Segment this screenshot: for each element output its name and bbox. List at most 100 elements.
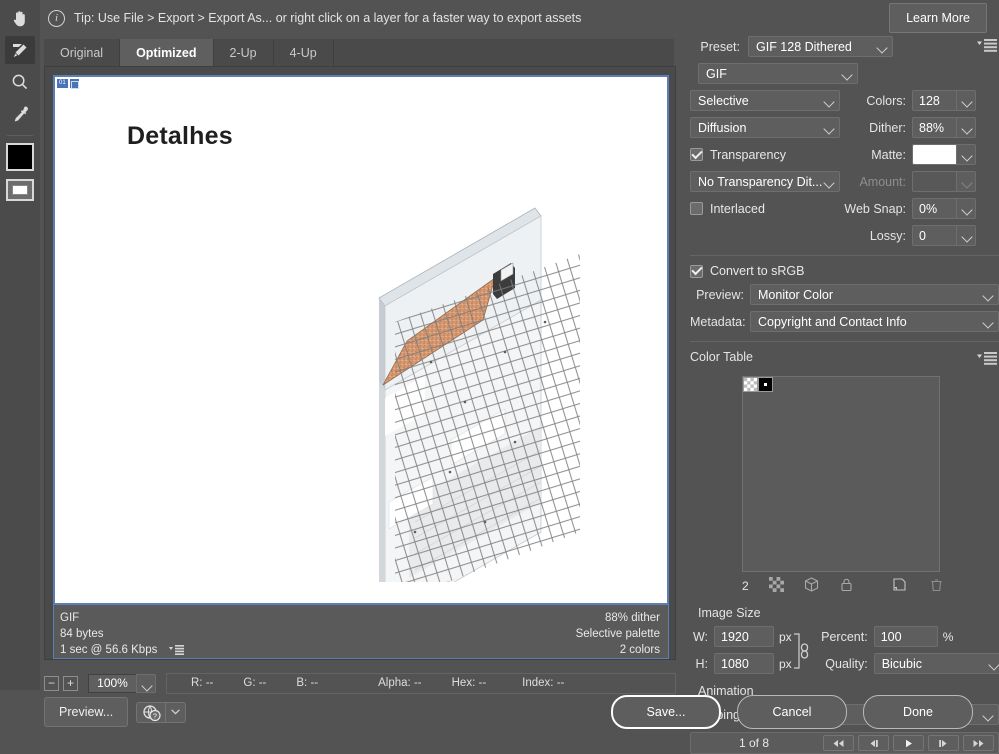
browser-chevron-icon[interactable]	[165, 703, 185, 722]
height-input[interactable]: 1080	[714, 653, 774, 674]
preview-area: 01 Detalhes	[44, 66, 676, 660]
zoom-out-button[interactable]: −	[44, 676, 59, 691]
convert-srgb-checkbox-row[interactable]: Convert to sRGB	[690, 264, 804, 278]
transparency-label: Transparency	[710, 148, 786, 162]
browser-select[interactable]: ?	[136, 702, 186, 723]
readout-alpha: Alpha: --	[378, 677, 421, 689]
zoom-tool[interactable]	[5, 68, 35, 96]
transparency-checkbox[interactable]	[690, 148, 703, 161]
convert-srgb-checkbox[interactable]	[690, 265, 703, 278]
palette-row: Selective Colors: 128	[690, 90, 999, 111]
colors-chevron-icon[interactable]	[956, 90, 976, 111]
new-color-icon[interactable]	[892, 577, 907, 595]
format-select[interactable]: GIF	[698, 63, 858, 84]
interlaced-checkbox-row[interactable]: Interlaced	[690, 202, 840, 216]
transparency-row: Transparency Matte:	[690, 144, 999, 165]
dither-value[interactable]: 88%	[912, 117, 956, 138]
quality-select[interactable]: Bicubic	[874, 653, 999, 674]
percent-input[interactable]: 100	[874, 626, 938, 647]
transparency-checkbox-row[interactable]: Transparency	[690, 148, 840, 162]
toggle-slices-icon[interactable]	[6, 179, 34, 201]
save-button[interactable]: Save...	[611, 695, 721, 729]
settings-flyout-menu-icon[interactable]	[977, 39, 997, 55]
slice-select-tool[interactable]	[5, 36, 35, 64]
matte-label: Matte:	[844, 148, 906, 162]
done-button[interactable]: Done	[863, 695, 973, 729]
colors-label: Colors:	[844, 94, 906, 108]
matte-color-swatch[interactable]	[912, 144, 956, 165]
preview-select[interactable]: Monitor Color	[750, 284, 999, 305]
learn-more-button[interactable]: Learn More	[889, 3, 987, 33]
websnap-label: Web Snap:	[844, 202, 906, 216]
websnap-value[interactable]: 0%	[912, 198, 956, 219]
tab-original[interactable]: Original	[44, 39, 120, 66]
optimization-info-bar: GIF 84 bytes 1 sec @ 56.6 Kbps 88% dithe…	[53, 605, 669, 659]
image-size-title: Image Size	[698, 606, 999, 620]
preset-select[interactable]: GIF 128 Dithered	[748, 36, 893, 57]
lossy-row: Lossy: 0	[690, 225, 999, 246]
readout-index: Index: --	[522, 677, 564, 689]
height-unit: px	[779, 657, 792, 671]
interlaced-checkbox[interactable]	[690, 202, 703, 215]
matte-field[interactable]	[912, 144, 976, 165]
map-transparency-icon[interactable]	[769, 577, 784, 595]
readout-r: R: --	[191, 677, 213, 689]
transparency-dither-select[interactable]: No Transparency Dit...	[690, 171, 840, 192]
previous-frame-button[interactable]	[858, 735, 889, 751]
color-swatch-list	[743, 377, 939, 392]
zoom-in-button[interactable]: +	[63, 676, 78, 691]
matte-chevron-icon[interactable]	[956, 144, 976, 165]
tab-4up[interactable]: 4-Up	[274, 39, 334, 66]
interlaced-row: Interlaced Web Snap: 0%	[690, 198, 999, 219]
websnap-field[interactable]: 0%	[912, 198, 976, 219]
frame-counter: 1 of 8	[739, 736, 769, 750]
slice-number: 01	[57, 79, 68, 88]
dither-method-select[interactable]: Diffusion	[690, 117, 840, 138]
info-icon: i	[48, 10, 65, 27]
cancel-button[interactable]: Cancel	[737, 695, 847, 729]
hand-tool[interactable]	[5, 4, 35, 32]
lossy-value[interactable]: 0	[912, 225, 956, 246]
delete-color-icon[interactable]	[929, 577, 944, 595]
page-title: Detalhes	[127, 122, 233, 151]
convert-srgb-row[interactable]: Convert to sRGB	[690, 264, 999, 278]
websnap-chevron-icon[interactable]	[956, 198, 976, 219]
preset-row: Preset: GIF 128 Dithered	[690, 36, 999, 57]
dither-field[interactable]: 88%	[912, 117, 976, 138]
first-frame-button[interactable]	[823, 735, 854, 751]
amount-field	[912, 171, 976, 192]
palette-select[interactable]: Selective	[690, 90, 840, 111]
next-frame-button[interactable]	[928, 735, 959, 751]
tab-optimized[interactable]: Optimized	[120, 39, 213, 66]
metadata-select[interactable]: Copyright and Contact Info	[750, 311, 999, 332]
play-button[interactable]	[893, 735, 924, 751]
color-table-grid[interactable]	[742, 376, 940, 572]
chain-link-icon[interactable]	[792, 630, 808, 670]
readout-hex: Hex: --	[452, 677, 487, 689]
image-canvas[interactable]: 01 Detalhes	[53, 75, 669, 605]
settings-divider	[690, 255, 999, 256]
transparency-swatch[interactable]	[743, 377, 758, 392]
width-input[interactable]: 1920	[714, 626, 774, 647]
colors-field[interactable]: 128	[912, 90, 976, 111]
last-frame-button[interactable]	[963, 735, 994, 751]
preset-label: Preset:	[690, 40, 740, 54]
lossy-field[interactable]: 0	[912, 225, 976, 246]
color-table-flyout-menu-icon[interactable]	[977, 352, 997, 368]
foreground-color-swatch[interactable]	[6, 143, 34, 171]
web-safe-cube-icon[interactable]	[804, 577, 819, 595]
dither-chevron-icon[interactable]	[956, 117, 976, 138]
colors-value[interactable]: 128	[912, 90, 956, 111]
info-flyout-menu-icon[interactable]	[169, 644, 184, 660]
tab-2up[interactable]: 2-Up	[214, 39, 274, 66]
preview-button[interactable]: Preview...	[44, 697, 128, 727]
lock-color-icon[interactable]	[839, 577, 854, 595]
black-swatch[interactable]	[758, 377, 773, 392]
lossy-chevron-icon[interactable]	[956, 225, 976, 246]
slice-badge: 01	[57, 79, 79, 88]
settings-panel: Preset: GIF 128 Dithered GIF Selective C…	[690, 36, 999, 694]
width-label: W:	[690, 630, 708, 644]
quality-label: Quality:	[812, 657, 868, 671]
eyedropper-tool[interactable]	[5, 100, 35, 128]
globe-question-icon[interactable]: ?	[137, 703, 165, 722]
